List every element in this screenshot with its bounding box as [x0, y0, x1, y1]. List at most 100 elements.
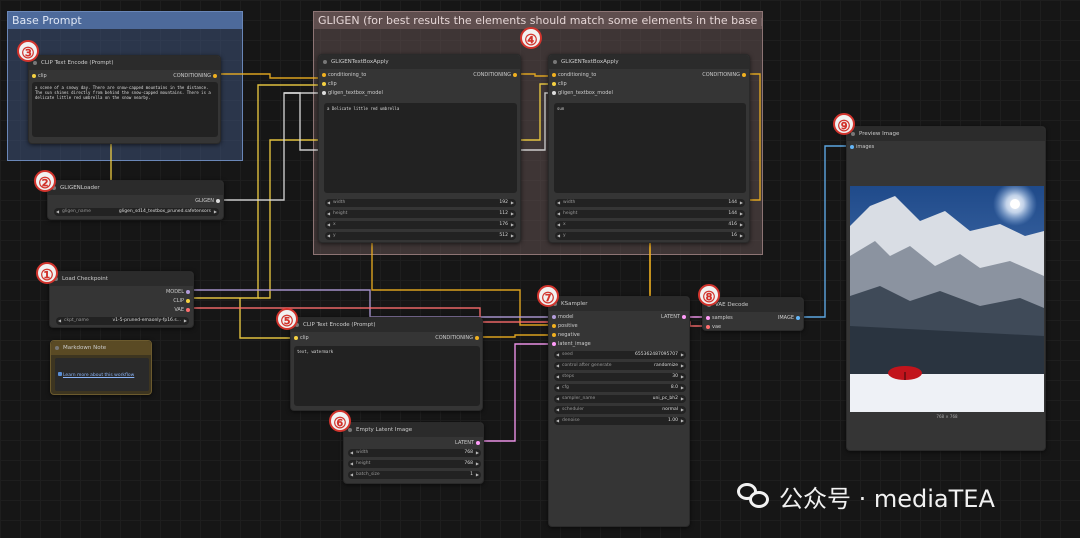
textbox-text-area[interactable]: sun: [554, 103, 746, 193]
arrow-left-icon[interactable]: ◀: [350, 460, 353, 468]
input-gligen-textbox-model[interactable]: gligen_textbox_model: [322, 90, 383, 96]
arrow-right-icon[interactable]: ▶: [476, 471, 479, 479]
input-positive[interactable]: positive: [552, 323, 578, 329]
arrow-right-icon[interactable]: ▶: [511, 232, 514, 240]
output-conditioning[interactable]: CONDITIONING: [435, 335, 479, 341]
node-gligen-loader[interactable]: GLIGENLoader GLIGEN ◀ gligen_name gligen_s…: [47, 180, 224, 220]
arrow-left-icon[interactable]: ◀: [327, 199, 330, 207]
output-conditioning[interactable]: CONDITIONING: [473, 72, 517, 78]
output-latent[interactable]: LATENT: [455, 440, 480, 446]
arrow-right-icon[interactable]: ▶: [511, 210, 514, 218]
node-preview-image[interactable]: Preview Image images 768 × 768: [846, 126, 1046, 451]
steps-widget[interactable]: ◀ steps 30 ▶: [554, 373, 686, 381]
arrow-left-icon[interactable]: ◀: [556, 395, 559, 403]
arrow-left-icon[interactable]: ◀: [350, 471, 353, 479]
input-latent-image[interactable]: latent_image: [552, 341, 591, 347]
width-widget[interactable]: ◀ width 144 ▶: [555, 199, 745, 207]
output-model[interactable]: MODEL: [166, 289, 190, 295]
prompt-text-area[interactable]: a scene of a snowy day. There are snow-c…: [32, 82, 218, 137]
arrow-left-icon[interactable]: ◀: [556, 406, 559, 414]
arrow-left-icon[interactable]: ◀: [350, 449, 353, 457]
arrow-right-icon[interactable]: ▶: [681, 384, 684, 392]
arrow-left-icon[interactable]: ◀: [327, 232, 330, 240]
output-vae[interactable]: VAE: [174, 307, 190, 313]
y-widget[interactable]: ◀ y 512 ▶: [325, 232, 516, 240]
arrow-right-icon[interactable]: ▶: [740, 210, 743, 218]
arrow-left-icon[interactable]: ◀: [556, 362, 559, 370]
arrow-right-icon[interactable]: ▶: [511, 221, 514, 229]
arrow-left-icon[interactable]: ◀: [557, 210, 560, 218]
arrow-left-icon[interactable]: ◀: [556, 384, 559, 392]
input-images[interactable]: images: [850, 144, 874, 150]
input-clip[interactable]: clip: [322, 81, 337, 87]
input-vae[interactable]: vae: [706, 324, 721, 330]
input-clip[interactable]: clip: [294, 335, 309, 341]
arrow-left-icon[interactable]: ◀: [327, 221, 330, 229]
node-gligen-textbox-apply-2[interactable]: GLIGENTextBoxApply conditioning_to clip …: [548, 54, 750, 243]
output-gligen[interactable]: GLIGEN: [195, 198, 220, 204]
denoise-widget[interactable]: ◀ denoise 1.00 ▶: [554, 417, 686, 425]
arrow-right-icon[interactable]: ▶: [681, 406, 684, 414]
arrow-right-icon[interactable]: ▶: [184, 317, 187, 325]
output-image[interactable]: IMAGE: [778, 315, 800, 321]
node-clip-text-encode-base[interactable]: CLIP Text Encode (Prompt) clip CONDITION…: [28, 55, 221, 144]
input-gligen-textbox-model[interactable]: gligen_textbox_model: [552, 90, 613, 96]
arrow-left-icon[interactable]: ◀: [557, 221, 560, 229]
arrow-left-icon[interactable]: ◀: [557, 232, 560, 240]
input-clip[interactable]: clip: [32, 73, 47, 79]
arrow-right-icon[interactable]: ▶: [476, 460, 479, 468]
arrow-right-icon[interactable]: ▶: [681, 351, 684, 359]
arrow-right-icon[interactable]: ▶: [681, 373, 684, 381]
height-widget[interactable]: ◀ height 768 ▶: [348, 460, 481, 468]
arrow-left-icon[interactable]: ◀: [556, 373, 559, 381]
workflow-canvas[interactable]: Base Prompt GLIGEN (for best results the…: [0, 0, 1080, 538]
node-gligen-textbox-apply-1[interactable]: GLIGENTextBoxApply conditioning_to clip …: [318, 54, 521, 243]
scheduler-widget[interactable]: ◀ scheduler normal ▶: [554, 406, 686, 414]
arrow-right-icon[interactable]: ▶: [511, 199, 514, 207]
node-ksampler[interactable]: KSampler model positive negative latent_…: [548, 296, 690, 527]
arrow-left-icon[interactable]: ◀: [327, 210, 330, 218]
batch-size-widget[interactable]: ◀ batch_size 1 ▶: [348, 471, 481, 479]
arrow-right-icon[interactable]: ▶: [681, 395, 684, 403]
arrow-right-icon[interactable]: ▶: [214, 208, 217, 216]
input-conditioning-to[interactable]: conditioning_to: [552, 72, 596, 78]
arrow-left-icon[interactable]: ◀: [58, 317, 61, 325]
width-widget[interactable]: ◀ width 768 ▶: [348, 449, 481, 457]
output-latent[interactable]: LATENT: [661, 314, 686, 320]
arrow-right-icon[interactable]: ▶: [740, 199, 743, 207]
arrow-left-icon[interactable]: ◀: [56, 208, 59, 216]
preview-image-output[interactable]: [850, 186, 1044, 412]
input-samples[interactable]: samples: [706, 315, 733, 321]
node-clip-text-encode-negative[interactable]: CLIP Text Encode (Prompt) clip CONDITION…: [290, 317, 483, 411]
sampler-name-widget[interactable]: ◀ sampler_name uni_pc_bh2 ▶: [554, 395, 686, 403]
input-negative[interactable]: negative: [552, 332, 580, 338]
node-markdown-note[interactable]: Markdown Note Learn more about this work…: [50, 340, 152, 395]
control-after-generate-widget[interactable]: ◀ control after generate randomize ▶: [554, 362, 686, 370]
output-conditioning[interactable]: CONDITIONING: [173, 73, 217, 79]
x-widget[interactable]: ◀ x 416 ▶: [555, 221, 745, 229]
arrow-left-icon[interactable]: ◀: [556, 417, 559, 425]
cfg-widget[interactable]: ◀ cfg 8.0 ▶: [554, 384, 686, 392]
gligen-name-widget[interactable]: ◀ gligen_name gligen_sd14_textbox_pruned.s…: [54, 208, 219, 216]
y-widget[interactable]: ◀ y 16 ▶: [555, 232, 745, 240]
workflow-link[interactable]: Learn more about this workflow: [63, 373, 134, 378]
input-clip[interactable]: clip: [552, 81, 567, 87]
width-widget[interactable]: ◀ width 192 ▶: [325, 199, 516, 207]
arrow-right-icon[interactable]: ▶: [740, 221, 743, 229]
arrow-left-icon[interactable]: ◀: [556, 351, 559, 359]
seed-widget[interactable]: ◀ seed 655362487095707 ▶: [554, 351, 686, 359]
arrow-left-icon[interactable]: ◀: [557, 199, 560, 207]
input-model[interactable]: model: [552, 314, 574, 320]
prompt-text-area[interactable]: text, watermark: [294, 346, 480, 406]
node-empty-latent-image[interactable]: Empty Latent Image LATENT ◀ width 768 ▶ ◀ he…: [343, 422, 484, 484]
x-widget[interactable]: ◀ x 176 ▶: [325, 221, 516, 229]
arrow-right-icon[interactable]: ▶: [740, 232, 743, 240]
height-widget[interactable]: ◀ height 144 ▶: [555, 210, 745, 218]
arrow-right-icon[interactable]: ▶: [476, 449, 479, 457]
output-conditioning[interactable]: CONDITIONING: [702, 72, 746, 78]
arrow-right-icon[interactable]: ▶: [681, 362, 684, 370]
textbox-text-area[interactable]: a Delicate little red umbrella: [324, 103, 517, 193]
node-load-checkpoint[interactable]: Load Checkpoint MODEL CLIP VAE ◀ ckpt_nam…: [49, 271, 194, 328]
input-conditioning-to[interactable]: conditioning_to: [322, 72, 366, 78]
output-clip[interactable]: CLIP: [173, 298, 190, 304]
